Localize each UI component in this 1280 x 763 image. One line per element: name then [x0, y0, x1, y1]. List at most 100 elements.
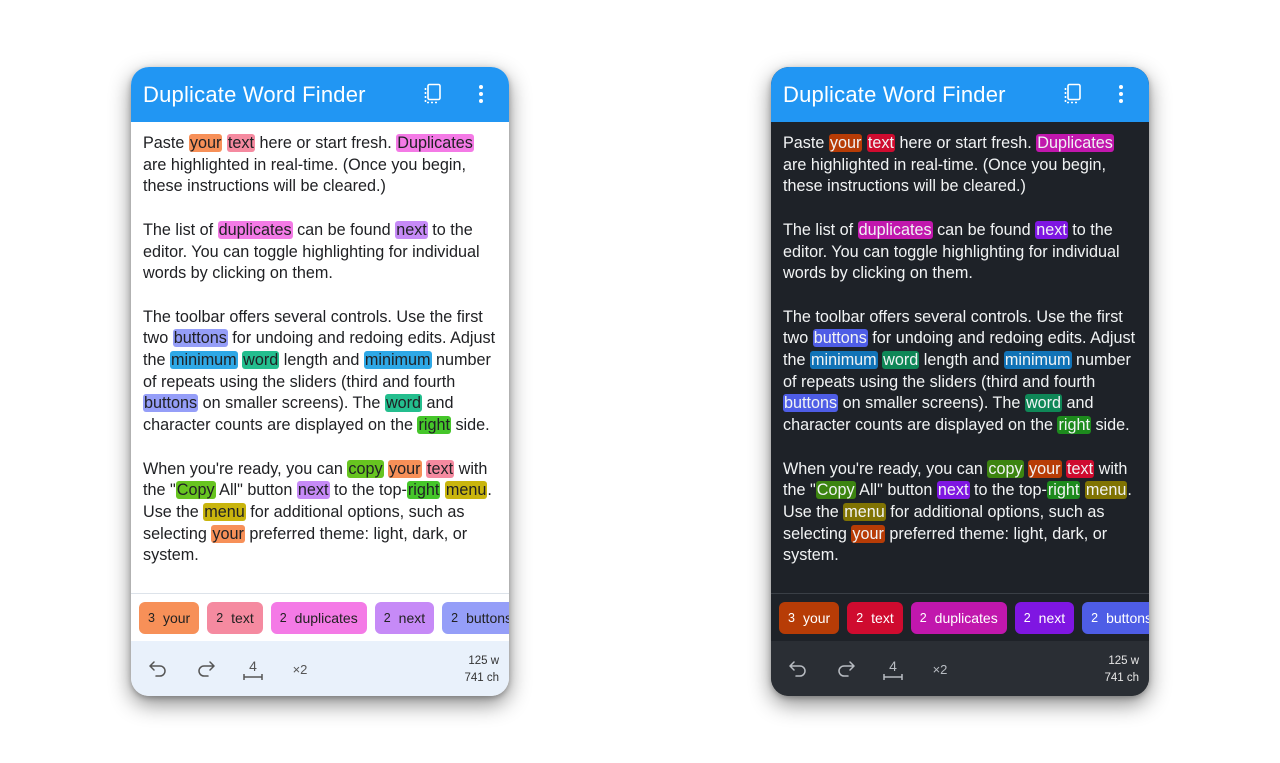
- duplicate-highlight[interactable]: Duplicates: [396, 134, 474, 152]
- min-length-icon: [243, 674, 263, 680]
- text-counts: 125 w 741 ch: [1104, 653, 1139, 687]
- min-repeats-control[interactable]: ×2: [288, 657, 312, 681]
- duplicate-highlight[interactable]: word: [242, 351, 280, 369]
- duplicate-chip[interactable]: 2 duplicates: [270, 601, 367, 634]
- duplicate-count: 3: [788, 610, 795, 625]
- min-length-icon: [883, 674, 903, 680]
- duplicate-highlight[interactable]: next: [1035, 220, 1068, 239]
- duplicate-highlight[interactable]: next: [395, 220, 428, 239]
- duplicate-highlight[interactable]: menu: [1084, 481, 1128, 500]
- bottom-toolbar: 4 ×2 125 w 741 ch: [131, 641, 509, 696]
- duplicate-chip[interactable]: 2 duplicates: [910, 601, 1007, 634]
- copy-all-icon[interactable]: [420, 81, 446, 107]
- duplicate-highlight[interactable]: your: [828, 134, 863, 152]
- editor-text: on smaller screens). The: [838, 394, 1025, 413]
- duplicate-highlight[interactable]: right: [1046, 481, 1081, 500]
- duplicate-highlight[interactable]: right: [406, 481, 441, 500]
- duplicate-highlight[interactable]: menu: [843, 502, 886, 521]
- duplicate-highlight[interactable]: right: [1057, 416, 1091, 435]
- min-repeats-control[interactable]: ×2: [928, 657, 952, 681]
- duplicate-highlight[interactable]: next: [296, 481, 330, 500]
- duplicate-highlight[interactable]: copy: [347, 459, 384, 478]
- editor-text: here or start fresh.: [895, 134, 1037, 152]
- duplicate-highlight[interactable]: minimum: [1003, 351, 1072, 369]
- duplicate-highlight[interactable]: your: [851, 524, 885, 543]
- duplicate-highlight[interactable]: your: [211, 524, 245, 543]
- duplicate-count: 2: [279, 610, 287, 625]
- copy-all-icon[interactable]: [1060, 81, 1086, 107]
- duplicate-chip[interactable]: 3 your: [139, 601, 200, 634]
- more-vert-icon[interactable]: [1108, 81, 1134, 107]
- duplicate-highlight[interactable]: word: [882, 351, 920, 369]
- duplicate-chip[interactable]: 2 next: [1014, 601, 1075, 634]
- char-count: 741 ch: [1104, 672, 1139, 684]
- duplicate-chip[interactable]: 2 text: [207, 601, 263, 634]
- duplicate-chip[interactable]: 2 next: [374, 601, 435, 634]
- duplicate-highlight[interactable]: minimum: [810, 351, 878, 369]
- duplicate-highlight[interactable]: menu: [203, 502, 246, 521]
- duplicate-count: 2: [919, 610, 927, 625]
- redo-button[interactable]: [834, 657, 858, 681]
- duplicate-highlight[interactable]: text: [866, 134, 895, 152]
- duplicate-count: 2: [383, 610, 391, 625]
- duplicate-highlight[interactable]: word: [1024, 394, 1063, 413]
- app-title: Duplicate Word Finder: [783, 82, 1006, 107]
- text-counts: 125 w 741 ch: [464, 653, 499, 687]
- duplicate-chip[interactable]: 3 your: [779, 601, 840, 634]
- editor-text: All" button: [215, 481, 297, 500]
- redo-button[interactable]: [194, 657, 218, 681]
- duplicate-highlight[interactable]: your: [1028, 459, 1062, 478]
- duplicate-highlight[interactable]: copy: [987, 459, 1024, 478]
- undo-button[interactable]: [786, 657, 810, 681]
- app-bar: Duplicate Word Finder: [131, 67, 509, 122]
- min-word-length-control[interactable]: 4: [881, 654, 905, 684]
- redo-icon: [838, 661, 855, 677]
- app-title: Duplicate Word Finder: [143, 82, 366, 107]
- duplicate-highlight[interactable]: buttons: [812, 329, 868, 348]
- editor-text: to the top-: [329, 481, 407, 500]
- duplicate-chip[interactable]: 2 buttons: [1082, 601, 1149, 634]
- editor-text: When you're ready, you can: [143, 459, 348, 478]
- duplicate-highlight[interactable]: text: [226, 134, 255, 152]
- duplicate-highlight[interactable]: buttons: [143, 394, 199, 413]
- duplicate-highlight[interactable]: duplicates: [857, 220, 933, 239]
- text-editor[interactable]: Paste your text here or start fresh. Dup…: [771, 122, 1149, 593]
- text-editor[interactable]: Paste your text here or start fresh. Dup…: [131, 122, 509, 593]
- duplicate-word: next: [398, 609, 426, 626]
- duplicate-highlight[interactable]: text: [426, 459, 455, 478]
- editor-text: length and: [279, 351, 364, 369]
- duplicate-highlight[interactable]: Copy: [175, 481, 216, 500]
- undo-icon: [149, 661, 166, 677]
- duplicate-highlight[interactable]: menu: [444, 481, 488, 500]
- duplicate-highlight[interactable]: next: [936, 481, 970, 500]
- duplicate-chip[interactable]: 2 buttons: [442, 601, 509, 634]
- duplicate-chip[interactable]: 2 text: [847, 601, 903, 634]
- bottom-toolbar: 4 ×2 125 w 741 ch: [771, 641, 1149, 696]
- app-bar: Duplicate Word Finder: [771, 67, 1149, 122]
- editor-paragraph: Paste your text here or start fresh. Dup…: [143, 133, 497, 198]
- duplicate-highlight[interactable]: Copy: [815, 481, 856, 500]
- more-vert-icon[interactable]: [468, 81, 494, 107]
- duplicate-word: text: [871, 609, 894, 626]
- min-word-length-control[interactable]: 4: [241, 654, 265, 684]
- editor-text: Paste: [143, 134, 189, 152]
- duplicate-highlight[interactable]: buttons: [783, 394, 839, 413]
- duplicate-highlight[interactable]: minimum: [170, 351, 238, 369]
- undo-button[interactable]: [146, 657, 170, 681]
- duplicate-highlight[interactable]: your: [388, 459, 422, 478]
- undo-icon: [789, 661, 806, 677]
- duplicate-highlight[interactable]: text: [1066, 459, 1095, 478]
- duplicate-highlight[interactable]: your: [188, 134, 223, 152]
- editor-text: are highlighted in real-time. (Once you …: [783, 155, 1107, 196]
- duplicate-count: 2: [1023, 610, 1031, 625]
- duplicate-highlight[interactable]: Duplicates: [1036, 134, 1114, 152]
- duplicate-highlight[interactable]: duplicates: [217, 220, 293, 239]
- duplicate-highlight[interactable]: right: [417, 416, 451, 435]
- duplicates-list: 3 your 2 text 2 duplicates 2 next 2 buttons: [771, 593, 1149, 641]
- redo-icon: [198, 661, 215, 677]
- duplicate-highlight[interactable]: word: [384, 394, 423, 413]
- duplicate-highlight[interactable]: buttons: [172, 329, 228, 348]
- duplicate-highlight[interactable]: minimum: [363, 351, 432, 369]
- editor-text: The list of: [783, 220, 858, 239]
- editor-paragraph: The toolbar offers several controls. Use…: [783, 307, 1137, 437]
